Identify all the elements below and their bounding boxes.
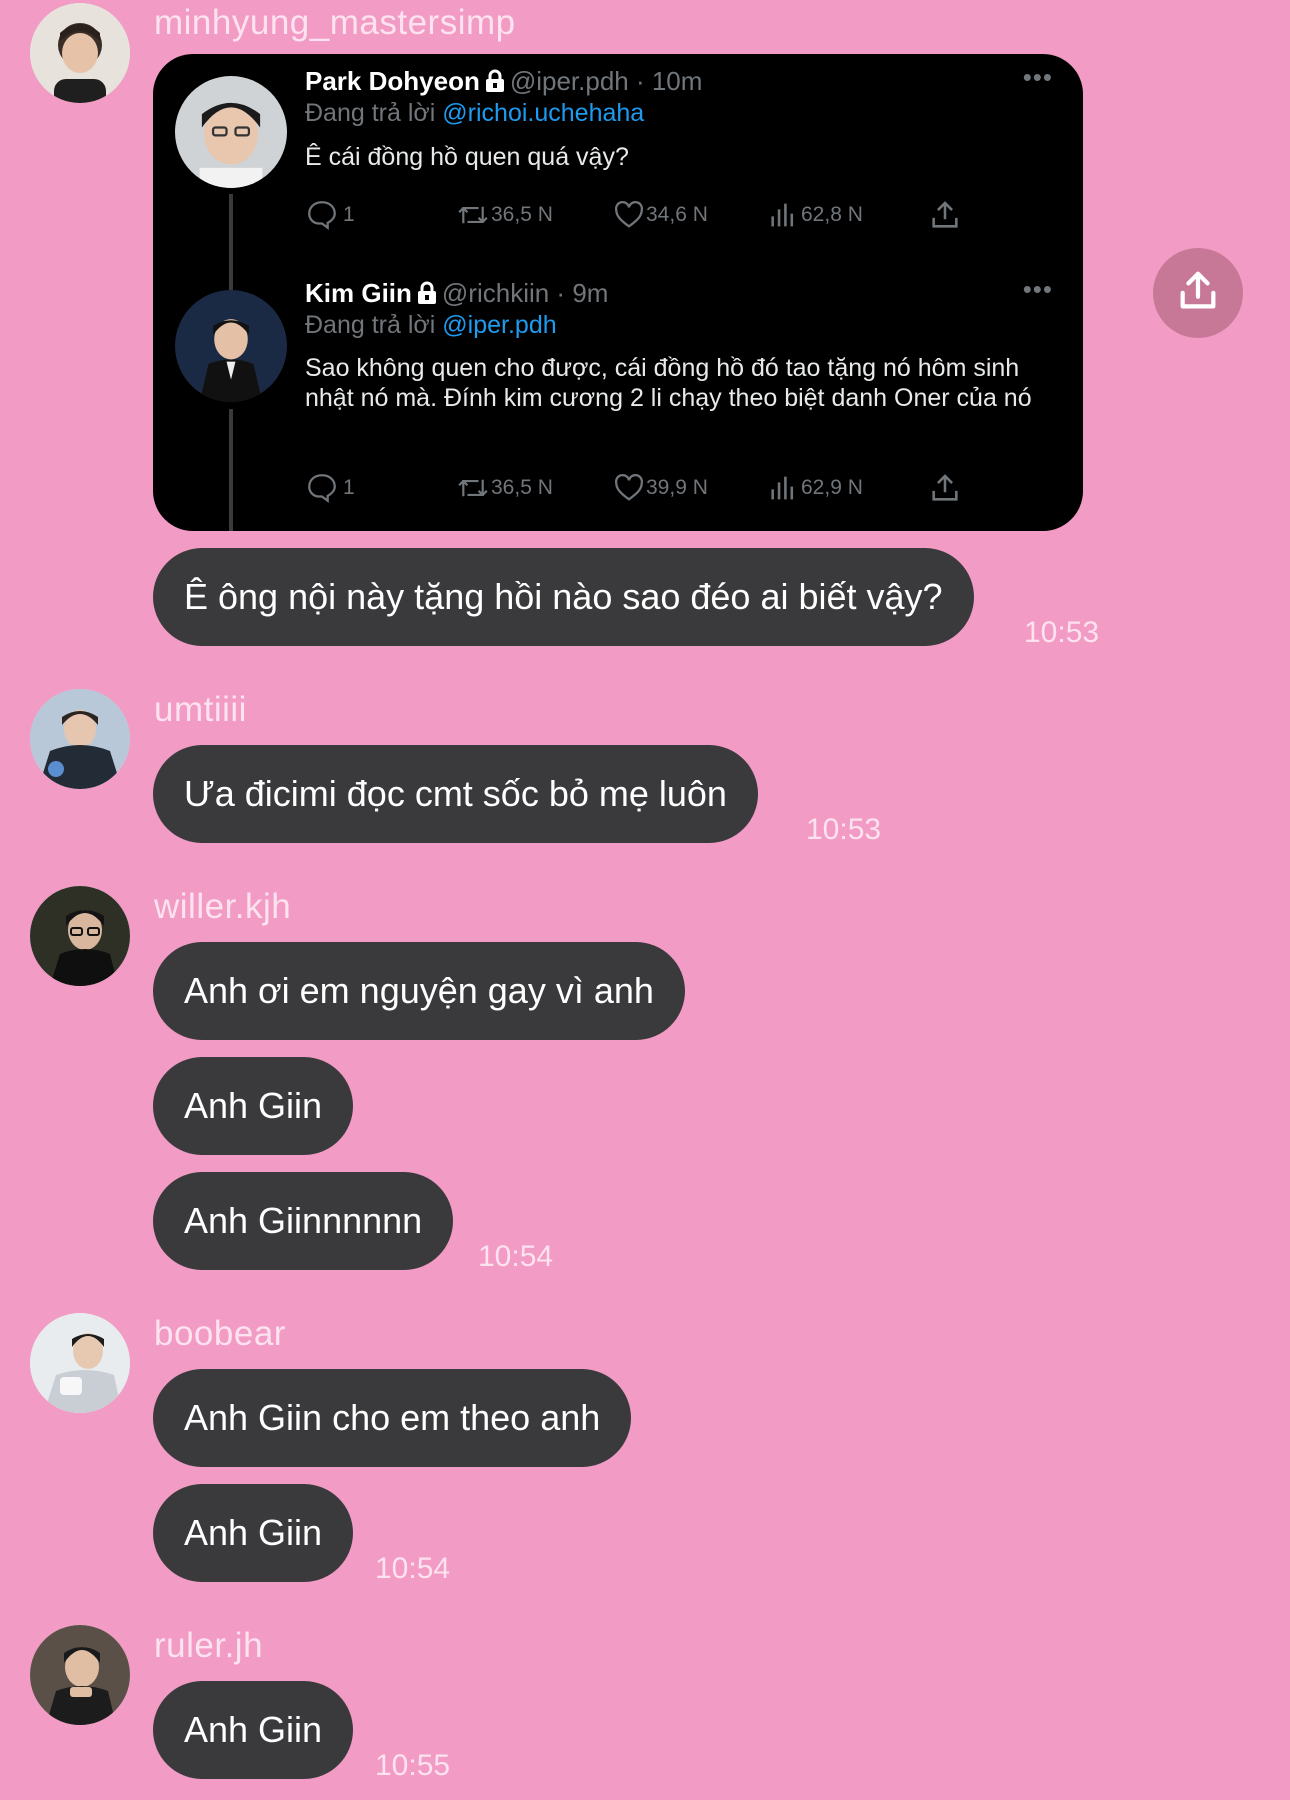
- message-bubble[interactable]: Anh Giin: [153, 1057, 354, 1155]
- retweet-count: 36,5 N: [491, 203, 553, 226]
- sender-name[interactable]: boobear: [154, 1314, 286, 1354]
- like-icon: [612, 198, 646, 232]
- retweet-button[interactable]: 36,5 N: [455, 195, 553, 235]
- avatar[interactable]: [30, 886, 130, 986]
- tweet-author-name[interactable]: Kim Giin: [305, 278, 412, 308]
- like-count: 34,6 N: [646, 203, 708, 226]
- views-icon: [767, 198, 801, 232]
- message-timestamp: 10:54: [375, 1552, 451, 1585]
- lock-icon: [416, 281, 438, 312]
- tweet-header: Kim Giin @richkiin · 9m: [305, 278, 608, 312]
- reply-icon: [305, 198, 339, 232]
- share-icon: [928, 198, 962, 232]
- thread-line: [229, 194, 233, 290]
- tweet-text: Ê cái đồng hồ quen quá vậy?: [305, 143, 629, 171]
- views-count: 62,8 N: [801, 203, 863, 226]
- reply-count: 1: [343, 203, 355, 226]
- reply-button[interactable]: 1: [305, 195, 355, 235]
- share-icon: [1175, 268, 1221, 319]
- tweet-screenshot[interactable]: Park Dohyeon @iper.pdh · 10m ••• Đang trả…: [153, 54, 1083, 531]
- share-icon: [928, 471, 962, 505]
- tweet-handle: @richkiin · 9m: [441, 278, 609, 308]
- message-bubble[interactable]: Anh ơi em nguyện gay vì anh: [153, 942, 685, 1040]
- views-button[interactable]: 62,8 N: [767, 195, 863, 235]
- tweet-header: Park Dohyeon @iper.pdh · 10m: [305, 66, 702, 100]
- thread-line: [229, 409, 233, 531]
- reply-context: Đang trả lời @richoi.uchehaha: [305, 99, 644, 128]
- retweet-icon: [455, 198, 491, 232]
- tweet-actions: 1 36,5 N 34,6 N 62,8 N: [305, 195, 1065, 235]
- views-icon: [767, 471, 801, 505]
- avatar[interactable]: [30, 3, 130, 103]
- like-button[interactable]: 34,6 N: [612, 195, 708, 235]
- tweet-handle: @iper.pdh · 10m: [509, 66, 703, 96]
- views-count: 62,9 N: [801, 476, 863, 499]
- message-bubble[interactable]: Anh Giin: [153, 1484, 354, 1582]
- share-tweet-button[interactable]: [928, 468, 962, 508]
- message-bubble[interactable]: Anh Giin cho em theo anh: [153, 1369, 632, 1467]
- reply-context: Đang trả lời @iper.pdh: [305, 311, 557, 340]
- more-icon[interactable]: •••: [1023, 274, 1053, 305]
- reply-count: 1: [343, 476, 355, 499]
- retweet-button[interactable]: 36,5 N: [455, 468, 553, 508]
- share-tweet-button[interactable]: [928, 195, 962, 235]
- lock-icon: [484, 69, 506, 100]
- sender-name[interactable]: ruler.jh: [154, 1626, 263, 1666]
- like-icon: [612, 471, 646, 505]
- sender-name[interactable]: willer.kjh: [154, 887, 291, 927]
- retweet-icon: [455, 471, 491, 505]
- mention-link[interactable]: @iper.pdh: [442, 311, 556, 339]
- avatar[interactable]: [30, 689, 130, 789]
- share-button[interactable]: [1153, 248, 1243, 338]
- message-timestamp: 10:54: [478, 1240, 554, 1273]
- avatar: [175, 76, 287, 188]
- message-timestamp: 10:53: [806, 813, 882, 846]
- tweet-actions: 1 36,5 N 39,9 N 62,9 N: [305, 468, 1065, 508]
- tweet-author-name[interactable]: Park Dohyeon: [305, 66, 480, 96]
- more-icon[interactable]: •••: [1023, 62, 1053, 93]
- tweet-text: Sao không quen cho được, cái đồng hồ đó …: [305, 354, 1032, 412]
- reply-prefix: Đang trả lời: [305, 311, 436, 339]
- views-button[interactable]: 62,9 N: [767, 468, 863, 508]
- reply-icon: [305, 471, 339, 505]
- message-timestamp: 10:55: [375, 1749, 451, 1782]
- reply-button[interactable]: 1: [305, 468, 355, 508]
- message-bubble[interactable]: Anh Giinnnnnn: [153, 1172, 454, 1270]
- like-button[interactable]: 39,9 N: [612, 468, 708, 508]
- sender-name[interactable]: minhyung_mastersimp: [154, 3, 516, 43]
- sender-name[interactable]: umtiiii: [154, 690, 247, 730]
- like-count: 39,9 N: [646, 476, 708, 499]
- message-bubble[interactable]: Ê ông nội này tặng hồi nào sao đéo ai bi…: [153, 548, 974, 646]
- mention-link[interactable]: @richoi.uchehaha: [442, 99, 644, 127]
- reply-prefix: Đang trả lời: [305, 99, 436, 127]
- avatar: [175, 290, 287, 402]
- message-bubble[interactable]: Anh Giin: [153, 1681, 354, 1779]
- avatar[interactable]: [30, 1625, 130, 1725]
- message-timestamp: 10:53: [1024, 616, 1100, 649]
- message-bubble[interactable]: Ưa đicimi đọc cmt sốc bỏ mẹ luôn: [153, 745, 758, 843]
- avatar[interactable]: [30, 1313, 130, 1413]
- retweet-count: 36,5 N: [491, 476, 553, 499]
